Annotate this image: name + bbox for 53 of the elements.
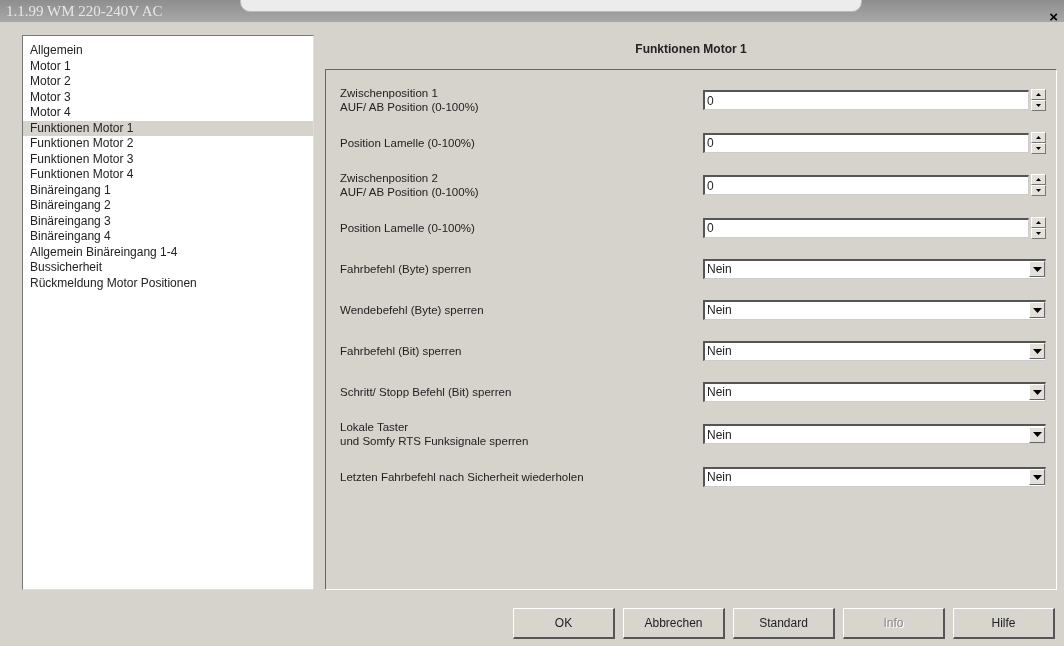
setting-label: Schritt/ Stopp Befehl (Bit) sperren [340,384,513,399]
sidebar-item[interactable]: Motor 4 [23,105,313,121]
sidebar-item[interactable]: Motor 3 [23,89,313,105]
caret-icon [1032,432,1042,437]
sidebar-item[interactable]: Motor 2 [23,74,313,90]
spin-buttons[interactable] [1031,89,1046,111]
setting-label: Wendebefehl (Byte) sperren [340,302,485,317]
sidebar-item[interactable]: Binäreingang 1 [23,182,313,198]
number-field[interactable]: 0 [703,175,1029,195]
dropdown[interactable]: Nein [703,258,1046,279]
setting-label: Zwischenposition 1 AUF/ AB Position (0-100%) [340,86,480,114]
setting-label: Position Lamelle (0-100%) [340,135,476,150]
setting-label: Letzten Fahrbefehl nach Sicherheit wiederholen [340,469,585,484]
spin-buttons[interactable] [1031,131,1046,154]
sidebar-item[interactable]: Funktionen Motor 1 [23,120,313,136]
sidebar-item[interactable]: Binäreingang 4 [23,229,313,245]
setting-label: Fahrbefehl (Bit) sperren [340,343,463,358]
sidebar-item[interactable]: Binäreingang 3 [23,213,313,229]
setting-label: Zwischenposition 2 AUF/ AB Position (0-100%) [340,171,480,199]
spin-buttons[interactable] [1031,216,1046,239]
close-button[interactable]: × [1047,12,1060,22]
caret-icon [1032,389,1042,395]
dropdown[interactable]: Nein [703,340,1046,361]
caret-icon [1032,266,1042,272]
dialog-button[interactable]: Standard [733,608,835,639]
caret-icon [1032,307,1042,313]
dropdown[interactable]: Nein [703,381,1046,402]
dialog-button[interactable]: Abbrechen [623,608,725,639]
dropdown[interactable]: Nein [703,466,1046,487]
sidebar-item[interactable]: Motor 1 [23,58,313,74]
dropdown[interactable]: Nein [703,299,1046,320]
sidebar-item[interactable]: Allgemein [23,43,313,59]
caret-icon [1032,474,1042,480]
dialog-button[interactable]: Hilfe [953,608,1055,639]
sidebar-item[interactable]: Funktionen Motor 4 [23,167,313,183]
number-field[interactable]: 0 [703,90,1029,110]
number-field[interactable]: 0 [703,217,1029,238]
window-title: 1.1.99 WM 220-240V AC [6,2,163,20]
sidebar-item[interactable]: Funktionen Motor 3 [23,151,313,167]
number-field[interactable]: 0 [703,132,1029,153]
spin-buttons[interactable] [1031,174,1046,196]
dropdown[interactable]: Nein [703,424,1046,444]
sidebar-item[interactable]: Funktionen Motor 2 [23,136,313,152]
sidebar-item[interactable]: Rückmeldung Motor Positionen [23,275,313,291]
setting-label: Lokale Taster und Somfy RTS Funksignale sperren [340,420,530,448]
sidebar-item[interactable]: Allgemein Binäreingang 1-4 [23,244,313,260]
setting-label: Position Lamelle (0-100%) [340,220,476,235]
panel-title: Funktionen Motor 1 [634,41,748,58]
caret-icon [1032,348,1042,354]
sidebar-item[interactable]: Binäreingang 2 [23,198,313,214]
sidebar-item[interactable]: Bussicherheit [23,260,313,276]
setting-label: Fahrbefehl (Byte) sperren [340,261,473,276]
dialog-button[interactable]: OK [513,608,615,639]
